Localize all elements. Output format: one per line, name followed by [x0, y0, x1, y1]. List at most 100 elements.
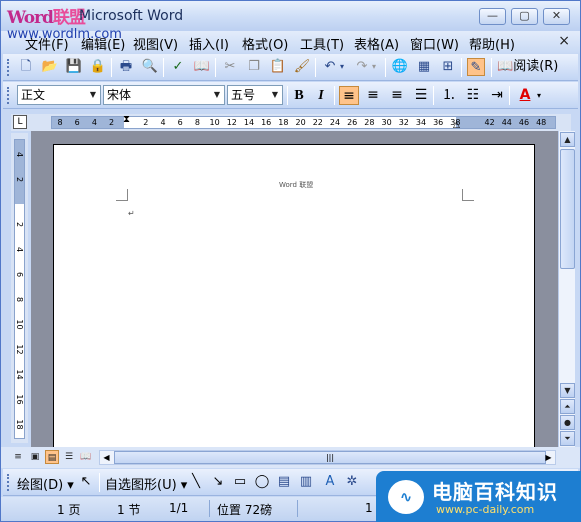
outline-view-icon[interactable]: ☰ [62, 450, 76, 464]
vertical-ruler-number: 14 [15, 369, 24, 380]
wordart-icon[interactable]: A [321, 473, 339, 491]
align-left-icon[interactable]: ≡ [339, 86, 359, 105]
menu-insert[interactable]: 插入(I) [189, 34, 229, 53]
toolbar-grip[interactable] [7, 59, 10, 76]
vertical-ruler-number: 4 [15, 151, 24, 158]
scroll-down-icon[interactable]: ▼ [560, 383, 575, 398]
spelling-icon[interactable]: ✓ [169, 58, 187, 76]
ruler-number: 8 [57, 118, 63, 127]
scroll-left-icon[interactable]: ◀ [100, 451, 113, 464]
horizontal-scroll-thumb[interactable]: ||| [114, 451, 546, 464]
ruler-number: 34 [415, 118, 427, 127]
scroll-up-icon[interactable]: ▲ [560, 132, 575, 147]
toolbar-grip[interactable] [7, 87, 10, 104]
vertical-ruler-strip[interactable]: 4 2 2 4 6 8 10 12 14 16 18 [14, 139, 25, 439]
scroll-right-icon[interactable]: ▶ [542, 451, 555, 464]
document-page[interactable]: Word 联盟 ↵ [53, 144, 535, 454]
redo-dropdown-icon[interactable]: ▾ [369, 58, 379, 76]
vertical-ruler-number: 2 [15, 221, 24, 228]
align-center-icon[interactable]: ≡ [363, 86, 383, 105]
italic-button[interactable]: I [311, 86, 331, 105]
font-color-dropdown-icon[interactable]: ▾ [533, 86, 545, 105]
normal-view-icon[interactable]: ≡ [11, 450, 25, 464]
copy-icon[interactable]: ❐ [245, 58, 263, 76]
permission-icon[interactable]: 🔒 [89, 58, 107, 76]
web-view-icon[interactable]: ▣ [28, 450, 42, 464]
next-page-icon[interactable]: ⏷ [560, 431, 575, 446]
doc-close-icon[interactable]: × [558, 33, 570, 49]
open-icon[interactable]: 📂 [41, 58, 59, 76]
print-preview-icon[interactable]: 🔍 [141, 58, 159, 76]
standard-toolbar: 🗋 📂 💾 🔒 🖶 🔍 ✓ 📖 ✂ ❐ 📋 🖌 ↶ ▾ ↷ ▾ 🌐 ▦ ⊞ ✎ … [3, 54, 578, 81]
cut-icon[interactable]: ✂ [221, 58, 239, 76]
autoshapes-label: 自选图形(U) [105, 478, 177, 493]
autoshapes-button[interactable]: 自选图形(U) ▾ [105, 474, 187, 493]
menu-tools[interactable]: 工具(T) [300, 34, 344, 53]
reading-layout-button[interactable]: 📖阅读(R) [497, 58, 563, 76]
minimize-button[interactable]: — [479, 8, 506, 25]
select-objects-icon[interactable]: ↖ [77, 473, 95, 491]
ruler-number: 2 [143, 118, 149, 127]
status-line: 1 [365, 501, 373, 515]
undo-dropdown-icon[interactable]: ▾ [337, 58, 347, 76]
vertical-ruler: 4 2 2 4 6 8 10 12 14 16 18 [11, 133, 28, 443]
ruler-number: 36 [433, 118, 444, 127]
select-browse-object-icon[interactable]: ● [560, 415, 575, 430]
toolbar-grip[interactable] [7, 474, 10, 491]
align-right-icon[interactable]: ≡ [387, 86, 407, 105]
new-doc-icon[interactable]: 🗋 [17, 58, 35, 76]
arrow-icon[interactable]: ↘ [209, 473, 227, 491]
close-button[interactable]: ✕ [543, 8, 570, 25]
insert-hyperlink-icon[interactable]: 🌐 [391, 58, 409, 76]
menu-help[interactable]: 帮助(H) [469, 34, 515, 53]
print-layout-icon[interactable]: ▤ [45, 450, 59, 464]
restore-button[interactable]: ▢ [511, 8, 538, 25]
font-select[interactable]: 宋体 ▼ [103, 85, 225, 105]
justify-icon[interactable]: ☰ [411, 86, 431, 105]
tab-selector[interactable]: L [13, 115, 27, 129]
vertical-scrollbar[interactable]: ▲ ▼ ⏶ ● ⏷ [558, 131, 575, 447]
font-size-select[interactable]: 五号 ▼ [227, 85, 283, 105]
ruler-number: 12 [226, 118, 237, 127]
ruler-number: 28 [364, 118, 375, 127]
menu-window[interactable]: 窗口(W) [410, 34, 459, 53]
right-indent-icon[interactable]: △ [453, 120, 460, 130]
menu-format[interactable]: 格式(O) [242, 34, 288, 53]
font-color-icon[interactable]: A [515, 86, 535, 105]
ruler-number: 46 [518, 118, 530, 127]
view-bar: ≡ ▣ ▤ ☰ 📖 ◀ ||| ▶ [1, 447, 580, 468]
oval-icon[interactable]: ◯ [253, 473, 271, 491]
save-icon[interactable]: 💾 [65, 58, 83, 76]
numbering-icon[interactable]: ⒈ [439, 86, 459, 105]
vertical-textbox-icon[interactable]: ▥ [297, 473, 315, 491]
line-spacing-icon[interactable]: ☷ [463, 86, 483, 105]
print-icon[interactable]: 🖶 [117, 58, 135, 76]
indent-icon[interactable]: ⇥ [487, 86, 507, 105]
drawing-icon[interactable]: ✎ [467, 58, 485, 76]
reading-view-icon[interactable]: 📖 [79, 450, 93, 464]
ruler-number: 48 [536, 118, 547, 127]
rectangle-icon[interactable]: ▭ [231, 473, 249, 491]
horizontal-scrollbar[interactable]: ◀ ||| ▶ [99, 450, 556, 465]
bold-button[interactable]: B [289, 86, 309, 105]
menu-view[interactable]: 视图(V) [133, 34, 178, 53]
tables-borders-icon[interactable]: ▦ [415, 58, 433, 76]
document-area: Word 联盟 ↵ [31, 131, 558, 454]
paste-icon[interactable]: 📋 [269, 58, 287, 76]
crop-mark [116, 189, 128, 201]
draw-menu-button[interactable]: 绘图(D) ▾ [17, 474, 74, 493]
indent-marker-icon[interactable]: ⧗ [123, 114, 130, 125]
vertical-ruler-number: 2 [15, 176, 24, 183]
textbox-icon[interactable]: ▤ [275, 473, 293, 491]
format-painter-icon[interactable]: 🖌 [293, 58, 311, 76]
research-icon[interactable]: 📖 [193, 58, 211, 76]
scroll-thumb[interactable] [560, 149, 575, 269]
prev-page-icon[interactable]: ⏶ [560, 399, 575, 414]
line-icon[interactable]: ╲ [187, 473, 205, 491]
ruler-number: 32 [398, 118, 409, 127]
style-select[interactable]: 正文 ▼ [17, 85, 101, 105]
diagram-icon[interactable]: ✲ [343, 473, 361, 491]
insert-table-icon[interactable]: ⊞ [439, 58, 457, 76]
formatting-toolbar: 正文 ▼ 宋体 ▼ 五号 ▼ B I ≡ ≡ ≡ ☰ ⒈ ☷ ⇥ A ▾ [3, 82, 578, 109]
menu-table[interactable]: 表格(A) [354, 34, 399, 53]
